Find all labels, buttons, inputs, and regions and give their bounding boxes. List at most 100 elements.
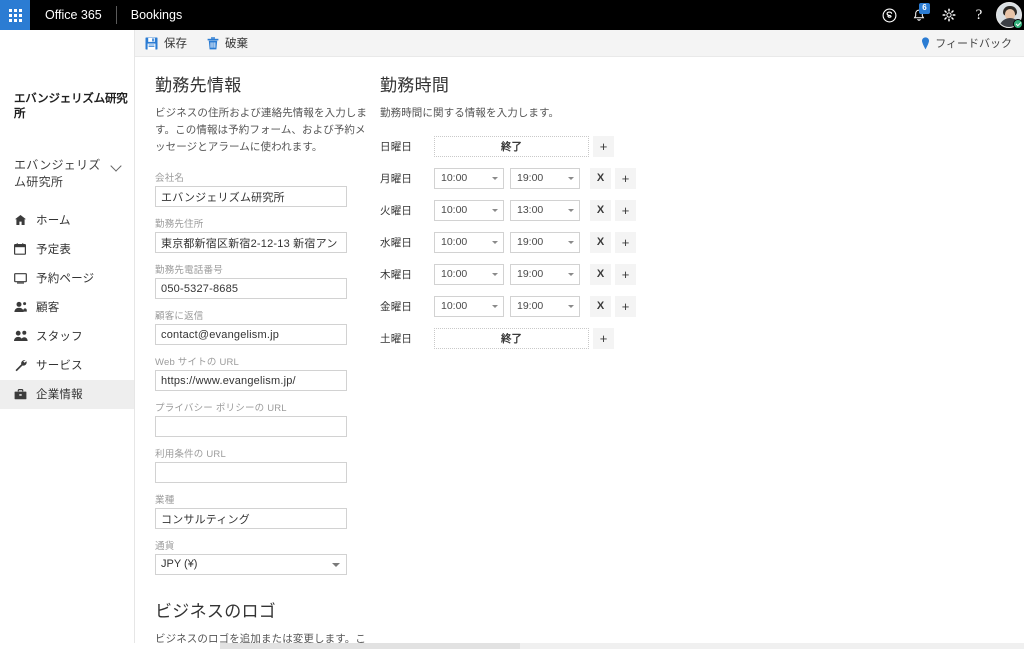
start-time-thursday-wrap: 10:00 — [434, 263, 504, 285]
horizontal-scrollbar[interactable] — [0, 643, 1024, 649]
sidebar-item-business-information[interactable]: 企業情報 — [0, 379, 134, 409]
remove-hours-thursday-button[interactable]: X — [590, 263, 611, 285]
add-hours-wednesday-button[interactable]: + — [615, 231, 636, 253]
discard-button-label: 破棄 — [225, 38, 248, 50]
add-hours-thursday-button[interactable]: + — [615, 263, 636, 285]
closed-indicator-saturday[interactable]: 終了 — [434, 327, 589, 349]
end-time-thursday-wrap: 19:00 — [510, 263, 580, 285]
end-time-monday-select[interactable]: 19:00 — [510, 167, 580, 189]
sidebar-item-home-label: ホーム — [36, 215, 71, 228]
save-floppy-icon — [145, 37, 158, 49]
end-time-tuesday-wrap: 13:00 — [510, 199, 580, 221]
day-label-saturday: 土曜日 — [380, 332, 413, 345]
hours-row-monday: 月曜日 10:00 19:00 X + — [380, 162, 680, 194]
start-time-wednesday-select[interactable]: 10:00 — [434, 231, 504, 253]
sidebar-item-business-information-label: 企業情報 — [36, 389, 83, 402]
skype-button[interactable] — [874, 0, 904, 30]
save-button[interactable]: 保存 — [135, 30, 197, 57]
remove-hours-friday-button[interactable]: X — [590, 295, 611, 317]
discard-button[interactable]: 破棄 — [197, 30, 258, 57]
terms-url-label: 利用条件の URL — [155, 449, 226, 460]
privacy-policy-url-label: プライバシー ポリシーの URL — [155, 403, 287, 414]
terms-url-field[interactable] — [155, 462, 347, 483]
trash-icon — [207, 36, 219, 49]
logo-section-description: ビジネスのロゴを追加または変更します。このロゴは入力したビジネス情報と共に、予約… — [155, 633, 366, 643]
currency-select[interactable]: JPY (¥) — [155, 554, 347, 575]
end-time-tuesday-select[interactable]: 13:00 — [510, 199, 580, 221]
reply-to-customer-field[interactable] — [155, 324, 347, 345]
app-name-link[interactable]: Bookings — [117, 0, 196, 30]
start-time-tuesday-select[interactable]: 10:00 — [434, 199, 504, 221]
sidebar-item-customers[interactable]: 顧客 — [0, 293, 134, 322]
settings-button[interactable] — [934, 0, 964, 30]
sidebar-item-services[interactable]: サービス — [0, 351, 134, 380]
field-currency: 通貨 JPY (¥) — [155, 538, 367, 575]
start-time-thursday-select[interactable]: 10:00 — [434, 263, 504, 285]
sidebar-item-calendar-label: 予定表 — [36, 244, 72, 257]
currency-select-wrap: JPY (¥) — [155, 554, 347, 575]
scrollbar-thumb[interactable] — [220, 643, 520, 649]
working-hours-description: 勤務時間に関する情報を入力します。 — [380, 107, 560, 119]
hours-row-friday: 金曜日 10:00 19:00 X + — [380, 290, 680, 322]
business-info-title: 勤務先情報 — [155, 76, 242, 95]
sidebar-item-home[interactable]: ホーム — [0, 206, 134, 235]
add-hours-saturday-button[interactable]: + — [593, 327, 614, 349]
office365-brand-link[interactable]: Office 365 — [30, 0, 116, 30]
company-name-field[interactable] — [155, 186, 347, 207]
hours-row-sunday: 日曜日 終了 + — [380, 130, 680, 162]
remove-hours-tuesday-button[interactable]: X — [590, 199, 611, 221]
sidebar-item-staff-label: スタッフ — [36, 331, 83, 344]
end-time-friday-select[interactable]: 19:00 — [510, 295, 580, 317]
industry-field[interactable] — [155, 508, 347, 529]
end-time-thursday-select[interactable]: 19:00 — [510, 263, 580, 285]
suite-header-bar: Office 365 Bookings 6 ? — [0, 0, 1024, 30]
sidebar-item-booking-page[interactable]: 予約ページ — [0, 264, 134, 293]
end-time-wednesday-select[interactable]: 19:00 — [510, 231, 580, 253]
waffle-grid — [8, 8, 22, 22]
feedback-button[interactable]: フィードバック — [913, 30, 1024, 57]
start-time-friday-select[interactable]: 10:00 — [434, 295, 504, 317]
business-phone-field[interactable] — [155, 278, 347, 299]
remove-hours-monday-button[interactable]: X — [590, 167, 611, 189]
add-hours-sunday-button[interactable]: + — [593, 135, 614, 157]
skype-icon — [882, 8, 896, 22]
field-company-name: 会社名 — [155, 170, 367, 207]
command-bar: 保存 破棄 フィードバック — [135, 30, 1024, 57]
notifications-button[interactable]: 6 — [904, 0, 934, 30]
industry-label: 業種 — [155, 495, 175, 506]
field-business-phone: 勤務先電話番号 — [155, 262, 367, 299]
field-business-address: 勤務先住所 — [155, 216, 367, 253]
closed-indicator-sunday[interactable]: 終了 — [434, 135, 589, 157]
business-phone-label: 勤務先電話番号 — [155, 265, 223, 276]
app-launcher-waffle-icon[interactable] — [0, 0, 30, 30]
field-industry: 業種 — [155, 492, 367, 529]
day-label-sunday: 日曜日 — [380, 140, 413, 153]
org-switcher[interactable]: エバンジェリズム研究所 — [0, 157, 134, 192]
add-hours-friday-button[interactable]: + — [615, 295, 636, 317]
sidebar-item-services-label: サービス — [36, 360, 83, 373]
user-avatar[interactable] — [994, 0, 1024, 30]
business-address-label: 勤務先住所 — [155, 219, 204, 230]
field-terms-url: 利用条件の URL — [155, 446, 367, 483]
logo-section-title: ビジネスのロゴ — [155, 602, 277, 621]
start-time-monday-select[interactable]: 10:00 — [434, 167, 504, 189]
working-hours-table: 日曜日 終了 + 月曜日 10:00 19:00 X + 火曜日 10:00 1… — [380, 130, 680, 354]
help-button[interactable]: ? — [964, 0, 994, 30]
business-info-column: 勤務先情報 ビジネスの住所および連絡先情報を入力します。この情報は予約フォーム、… — [155, 57, 367, 643]
add-hours-monday-button[interactable]: + — [615, 167, 636, 189]
sidebar-item-staff[interactable]: スタッフ — [0, 322, 134, 351]
gear-icon — [942, 8, 956, 22]
working-hours-column: 勤務時間 勤務時間に関する情報を入力します。 日曜日 終了 + 月曜日 10:0… — [380, 57, 680, 354]
sidebar-item-customers-label: 顧客 — [36, 302, 60, 315]
website-url-field[interactable] — [155, 370, 347, 391]
wrench-icon — [14, 357, 31, 373]
add-hours-tuesday-button[interactable]: + — [615, 199, 636, 221]
business-address-field[interactable] — [155, 232, 347, 253]
booking-page-icon — [14, 270, 31, 286]
privacy-policy-url-field[interactable] — [155, 416, 347, 437]
calendar-icon — [14, 241, 31, 257]
remove-hours-wednesday-button[interactable]: X — [590, 231, 611, 253]
sidebar-item-calendar[interactable]: 予定表 — [0, 235, 134, 264]
hours-row-tuesday: 火曜日 10:00 13:00 X + — [380, 194, 680, 226]
start-time-friday-wrap: 10:00 — [434, 295, 504, 317]
